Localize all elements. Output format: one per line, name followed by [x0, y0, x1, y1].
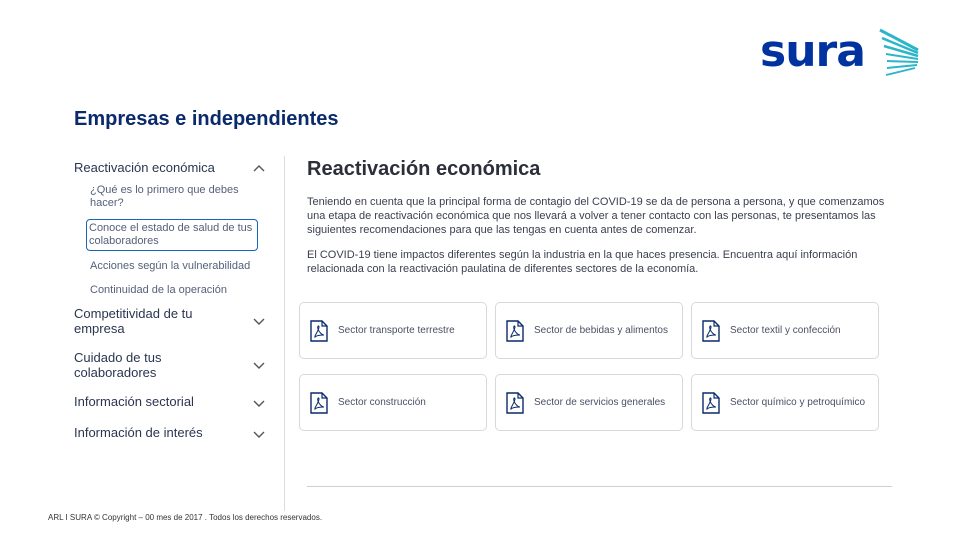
sector-cards-grid: Sector transporte terrestre Sector de be…	[299, 302, 881, 431]
sector-card-servicios[interactable]: Sector de servicios generales	[495, 374, 683, 431]
chevron-down-icon	[253, 362, 265, 369]
pdf-icon	[310, 319, 328, 342]
chevron-down-icon	[253, 431, 265, 438]
pdf-icon	[702, 391, 720, 414]
sector-card-textil[interactable]: Sector textil y confección	[691, 302, 879, 359]
sector-card-transporte[interactable]: Sector transporte terrestre	[299, 302, 487, 359]
card-label: Sector de servicios generales	[534, 397, 666, 408]
sidebar: Reactivación económica ¿Qué es lo primer…	[74, 160, 266, 441]
sidebar-section-info-sectorial[interactable]: Información sectorial	[74, 394, 266, 410]
sector-card-bebidas[interactable]: Sector de bebidas y alimentos	[495, 302, 683, 359]
main-content: Reactivación económica Teniendo en cuent…	[307, 158, 897, 276]
logo-text: sura	[760, 26, 866, 77]
page-title: Empresas e independientes	[74, 108, 339, 130]
sidebar-section-label: Reactivación económica	[74, 160, 215, 175]
sidebar-section-label: Cuidado de tus colaboradores	[74, 350, 162, 380]
sidebar-section-label: Información de interés	[74, 425, 203, 440]
chevron-up-icon	[253, 165, 265, 172]
pdf-icon	[702, 319, 720, 342]
sidebar-item-que-hacer[interactable]: ¿Qué es lo primero que debes hacer?	[88, 182, 266, 212]
sura-logo[interactable]: sura	[760, 26, 920, 82]
card-label: Sector químico y petroquímico	[730, 397, 866, 408]
chevron-down-icon	[253, 400, 265, 407]
wing-icon	[879, 28, 919, 76]
sidebar-section-label: Competitividad de tu empresa	[74, 306, 193, 336]
sidebar-section-info-interes[interactable]: Información de interés	[74, 425, 266, 441]
chevron-down-icon	[253, 318, 265, 325]
horizontal-divider	[307, 486, 892, 487]
section-heading: Reactivación económica	[307, 158, 541, 180]
sidebar-sub-list: ¿Qué es lo primero que debes hacer? Cono…	[86, 182, 266, 299]
card-label: Sector de bebidas y alimentos	[534, 325, 668, 336]
sidebar-item-estado-salud[interactable]: Conoce el estado de salud de tus colabor…	[86, 219, 258, 251]
pdf-icon	[506, 319, 524, 342]
sidebar-section-cuidado[interactable]: Cuidado de tus colaboradores	[74, 350, 266, 380]
pdf-icon	[506, 391, 524, 414]
sidebar-section-label: Información sectorial	[74, 394, 194, 409]
sector-card-quimico[interactable]: Sector químico y petroquímico	[691, 374, 879, 431]
vertical-divider	[284, 156, 285, 511]
sidebar-section-reactivacion[interactable]: Reactivación económica	[74, 160, 266, 176]
sidebar-item-vulnerabilidad[interactable]: Acciones según la vulnerabilidad	[88, 258, 266, 275]
sector-card-construccion[interactable]: Sector construcción	[299, 374, 487, 431]
sidebar-section-competitividad[interactable]: Competitividad de tu empresa	[74, 306, 266, 336]
card-label: Sector transporte terrestre	[338, 325, 455, 336]
card-label: Sector construcción	[338, 397, 426, 408]
sidebar-item-continuidad[interactable]: Continuidad de la operación	[88, 282, 266, 299]
intro-paragraph: Teniendo en cuenta que la principal form…	[307, 196, 885, 236]
pdf-icon	[310, 391, 328, 414]
card-label: Sector textil y confección	[730, 325, 841, 336]
footer-copyright: ARL I SURA © Copyright – 00 mes de 2017 …	[48, 513, 323, 522]
sectors-paragraph: El COVID-19 tiene impactos diferentes se…	[307, 249, 858, 275]
